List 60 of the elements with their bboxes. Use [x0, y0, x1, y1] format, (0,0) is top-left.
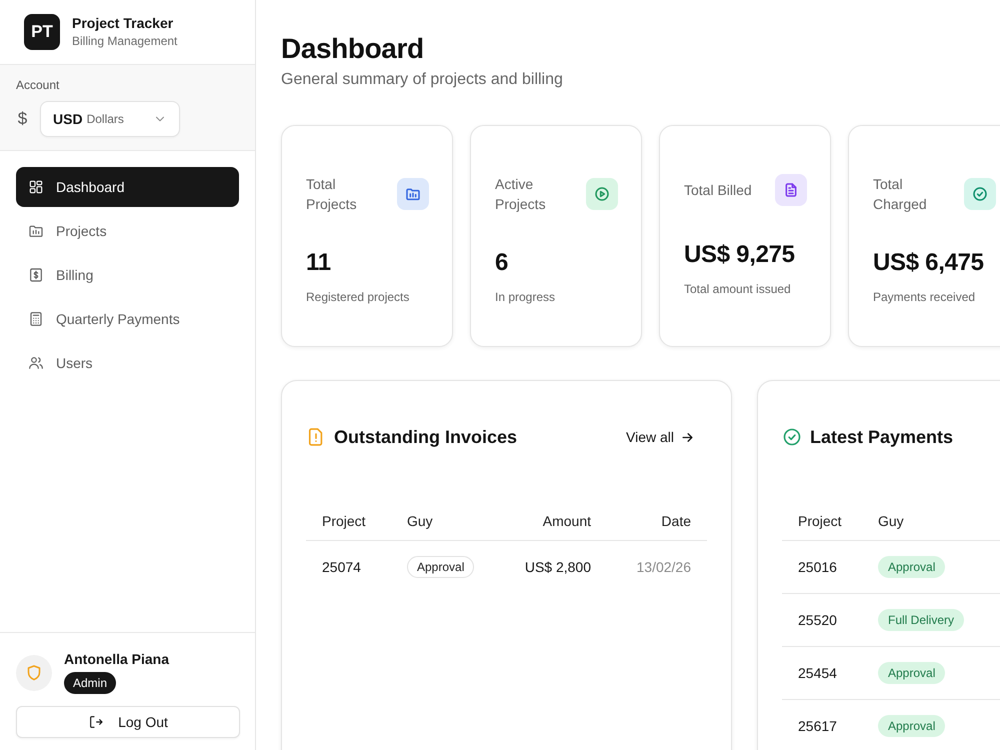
nav-item[interactable]: Billing: [16, 255, 239, 295]
document-icon: [775, 174, 807, 206]
app-logo: PT: [24, 14, 60, 50]
column-header: Amount: [542, 512, 591, 528]
folder-icon: [28, 223, 44, 239]
status-badge: Approval: [878, 715, 946, 737]
check-circle-icon: [782, 427, 802, 447]
table-cell: 25617: [798, 718, 837, 734]
column-header: Project: [798, 512, 842, 528]
stat-note: In progress: [495, 290, 556, 305]
users-icon: [28, 355, 44, 371]
column-header: Guy: [407, 512, 433, 528]
calculator-icon: [28, 311, 44, 327]
stat-value: 6: [495, 249, 510, 277]
stat-value: US$ 6,475: [873, 249, 985, 277]
status-badge: Approval: [878, 556, 946, 578]
panel-title: Latest Payments: [810, 426, 954, 448]
stat-value: US$ 9,275: [684, 241, 796, 269]
stat-note: Total amount issued: [684, 282, 792, 297]
play-icon: [586, 178, 618, 210]
column-header: Date: [661, 512, 691, 528]
stat-label: Total Billed: [684, 181, 752, 200]
app-title: Project Tracker: [72, 15, 174, 32]
grid-icon: [28, 179, 44, 195]
page-subtitle: General summary of projects and billing: [281, 70, 563, 90]
page-title: Dashboard: [281, 32, 424, 66]
view-all-link[interactable]: View all: [626, 429, 695, 445]
stat-note: Registered projects: [306, 290, 410, 305]
currency-symbol: $: [16, 109, 28, 129]
nav-item[interactable]: Dashboard: [16, 167, 239, 207]
role-badge: Admin: [64, 672, 116, 694]
table-cell: 25016: [798, 559, 837, 575]
folder-icon: [397, 178, 429, 210]
table-cell: 25454: [798, 665, 837, 681]
column-header: Guy: [878, 512, 904, 528]
app-subtitle: Billing Management: [72, 34, 178, 49]
stat-label: Total Charged: [873, 175, 928, 214]
shield-icon: [16, 654, 52, 690]
nav-item[interactable]: Users: [16, 343, 239, 383]
nav-item[interactable]: Quarterly Payments: [16, 299, 239, 339]
nav-item[interactable]: Projects: [16, 211, 239, 251]
currency-select[interactable]: USD Dollars: [40, 101, 180, 137]
status-badge: Approval: [878, 662, 946, 684]
status-badge: Approval: [407, 556, 474, 578]
table-cell: 13/02/26: [636, 559, 691, 575]
stat-value: 11: [306, 249, 332, 277]
panel-title: Outstanding Invoices: [334, 426, 518, 448]
stat-label: Active Projects: [495, 175, 547, 214]
table-cell: 25074: [322, 559, 361, 575]
table-cell: US$ 2,800: [524, 559, 591, 575]
dollar-icon: [28, 267, 44, 283]
stat-note: Payments received: [873, 290, 976, 305]
logout-button[interactable]: Log Out: [16, 706, 240, 738]
user-name: Antonella Piana: [64, 651, 170, 668]
column-header: Project: [322, 512, 366, 528]
stat-label: Total Projects: [306, 175, 358, 214]
table-cell: 25520: [798, 612, 837, 628]
status-badge: Full Delivery: [878, 609, 964, 631]
account-label: Account: [16, 77, 60, 93]
logout-icon: [88, 714, 104, 730]
